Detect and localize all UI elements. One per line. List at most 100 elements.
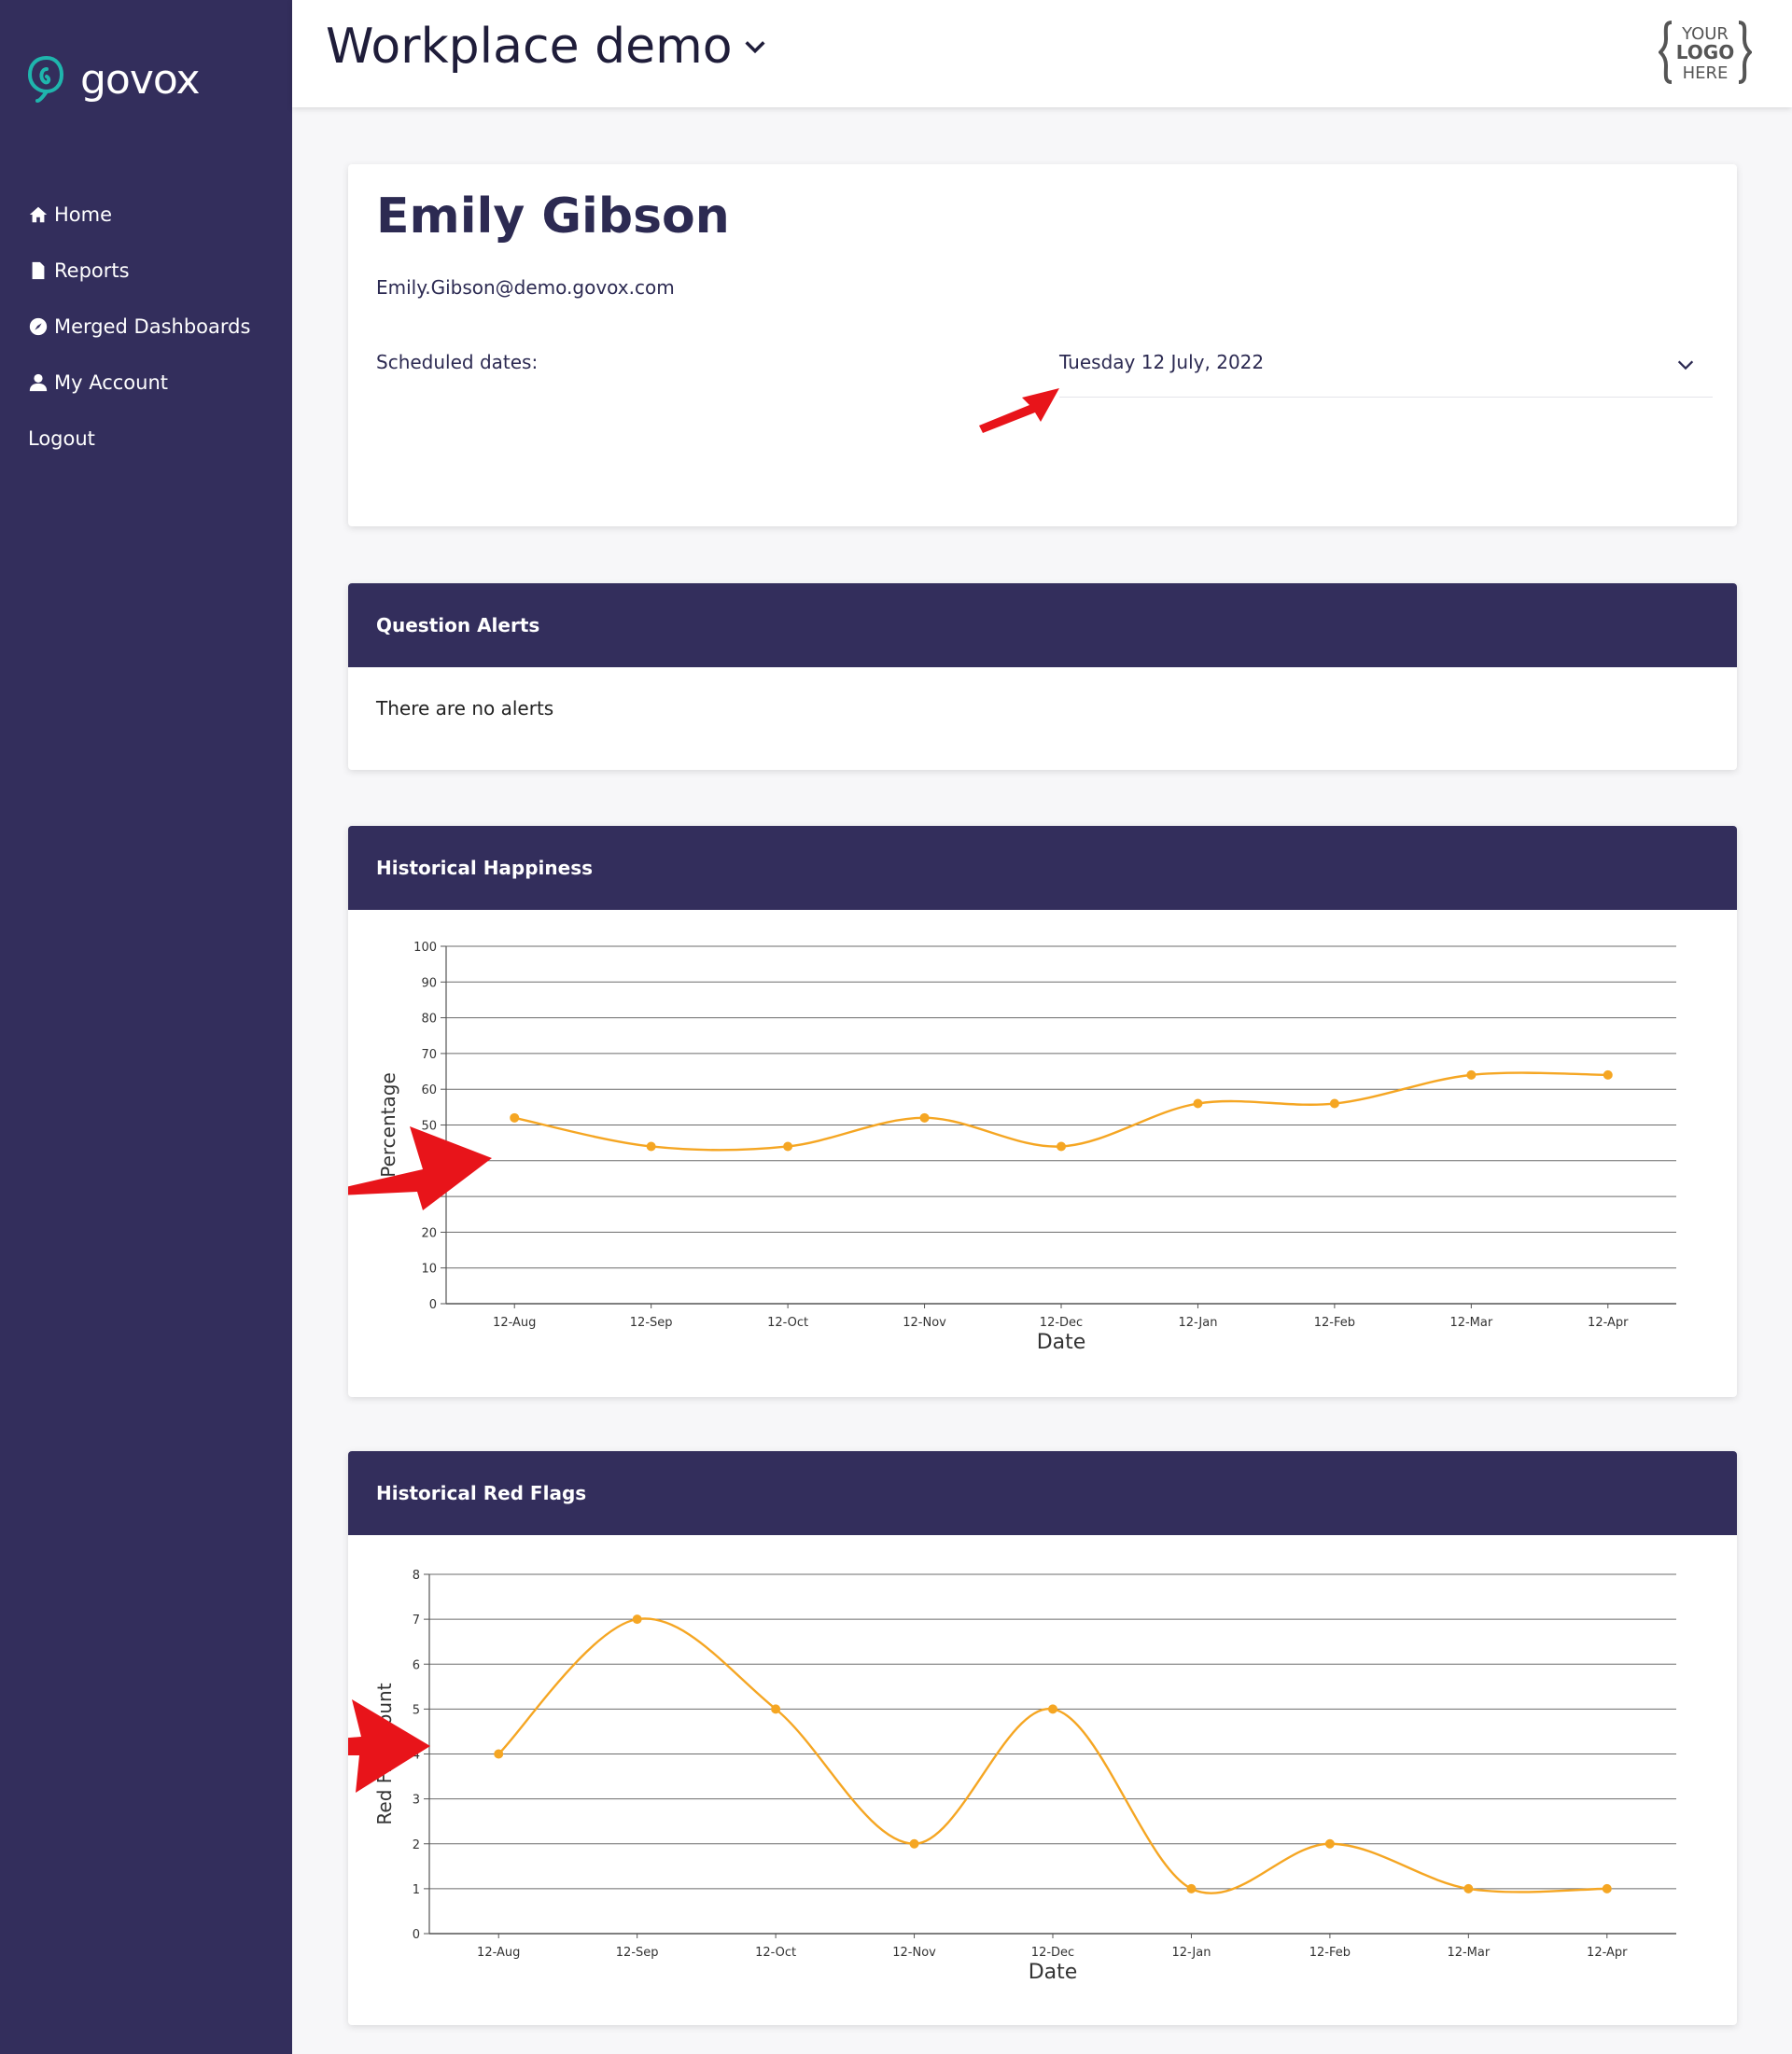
data-point (1048, 1704, 1057, 1714)
y-tick-label: 5 (413, 1703, 420, 1717)
y-tick-label: 100 (413, 941, 437, 955)
top-bar: Workplace demo YOUR LOGO HERE (292, 0, 1792, 107)
x-tick-label: 12-Aug (477, 1946, 520, 1960)
y-tick-label: 30 (421, 1191, 437, 1205)
x-tick-label: 12-Apr (1587, 1946, 1628, 1960)
x-tick-label: 12-Apr (1588, 1316, 1629, 1330)
y-tick-label: 40 (421, 1155, 437, 1169)
y-tick-label: 70 (421, 1048, 437, 1062)
series-line (513, 1071, 1608, 1152)
sidebar-item-label: Home (54, 203, 113, 226)
x-tick-label: 12-Aug (493, 1316, 536, 1330)
profile-email: Emily.Gibson@demo.govox.com (376, 276, 675, 299)
y-tick-label: 2 (413, 1838, 420, 1852)
happiness-chart: 0 10 20 30 40 50 60 70 80 90 100 12-Aug 12-Sep 12-Oct… (377, 941, 1676, 1354)
data-point (1324, 1838, 1335, 1849)
x-tick-label: 12-Nov (903, 1316, 946, 1330)
sidebar-item-label: Logout (28, 427, 95, 450)
historical-happiness-card: Historical Happiness 0 10 20 30 40 50 60 70 80 90… (348, 826, 1737, 1397)
data-point (771, 1704, 781, 1714)
sidebar-item-logout[interactable]: Logout (28, 411, 250, 467)
historical-red-flags-card: Historical Red Flags 0 1 2 3 4 5 6 7 8 12-Aug 12-S… (348, 1451, 1737, 2025)
question-alerts-card: Question Alerts There are no alerts (348, 583, 1737, 770)
data-point (1186, 1883, 1197, 1893)
x-tick-label: 12-Sep (616, 1946, 659, 1960)
y-tick-label: 7 (413, 1614, 420, 1628)
document-icon (32, 261, 45, 280)
profile-card: Emily Gibson Emily.Gibson@demo.govox.com… (348, 164, 1737, 526)
sidebar-item-reports[interactable]: Reports (28, 243, 250, 299)
y-tick-label: 6 (413, 1658, 420, 1672)
x-tick-label: 12-Dec (1040, 1316, 1083, 1330)
data-point (1603, 1069, 1613, 1080)
x-tick-label: 12-Feb (1309, 1946, 1351, 1960)
x-tick-label: 12-Jan (1178, 1316, 1217, 1330)
red-flags-chart: 0 1 2 3 4 5 6 7 8 12-Aug 12-Sep 12-Oct 12-Nov 12-Dec 1… (373, 1569, 1676, 1984)
data-point (919, 1112, 930, 1123)
scheduled-dates-select[interactable]: Tuesday 12 July, 2022 (1059, 332, 1713, 398)
data-point (1329, 1098, 1339, 1109)
scheduled-date-value: Tuesday 12 July, 2022 (1059, 351, 1265, 373)
y-tick-label: 3 (413, 1794, 420, 1808)
govox-logo-icon (27, 55, 64, 103)
workspace-selector[interactable]: Workplace demo (326, 19, 768, 75)
y-axis-title: Red Flag Count (373, 1683, 396, 1824)
alerts-empty-text: There are no alerts (376, 697, 554, 720)
y-tick-label: 10 (421, 1263, 437, 1277)
x-tick-label: 12-Mar (1447, 1946, 1490, 1960)
x-axis-title: Date (1029, 1961, 1078, 1984)
chevron-down-icon (745, 41, 765, 54)
brand-name: govox (80, 55, 200, 104)
x-tick-label: 12-Sep (630, 1316, 673, 1330)
sidebar-item-label: Merged Dashboards (54, 315, 251, 338)
compass-icon (29, 317, 48, 336)
x-tick-label: 12-Jan (1171, 1946, 1211, 1960)
sidebar-item-home[interactable]: Home (28, 187, 250, 243)
y-tick-label: 0 (413, 1928, 420, 1942)
x-tick-label: 12-Mar (1449, 1316, 1492, 1330)
sidebar-item-label: My Account (54, 371, 169, 394)
x-tick-label: 12-Feb (1314, 1316, 1355, 1330)
y-tick-label: 80 (421, 1013, 437, 1027)
question-alerts-title: Question Alerts (348, 583, 1737, 667)
user-icon (29, 373, 48, 392)
y-tick-label: 8 (413, 1569, 420, 1583)
home-icon (29, 206, 48, 223)
logo-line-3: HERE (1683, 63, 1729, 83)
data-point (1602, 1883, 1612, 1893)
x-tick-label: 12-Nov (892, 1946, 936, 1960)
x-tick-label: 12-Oct (755, 1946, 796, 1960)
your-logo-here-placeholder: YOUR LOGO HERE (1659, 21, 1752, 84)
y-tick-label: 90 (421, 976, 437, 990)
y-tick-label: 1 (413, 1883, 420, 1897)
data-point (1466, 1069, 1477, 1080)
brand-logo[interactable]: govox (26, 54, 200, 105)
historical-red-flags-title: Historical Red Flags (348, 1451, 1737, 1535)
data-point (632, 1614, 642, 1625)
data-point (1193, 1098, 1203, 1109)
sidebar-item-label: Reports (54, 259, 130, 282)
sidebar-item-my-account[interactable]: My Account (28, 355, 250, 411)
data-point (783, 1141, 793, 1152)
workspace-title: Workplace demo (326, 19, 733, 75)
data-point (646, 1141, 656, 1152)
data-point (1057, 1141, 1066, 1152)
data-point (510, 1112, 520, 1123)
profile-name: Emily Gibson (376, 189, 730, 245)
sidebar: govox Home Reports Merged Dashboards My … (0, 0, 292, 2054)
sidebar-nav: Home Reports Merged Dashboards My Accoun… (28, 187, 250, 467)
x-tick-label: 12-Oct (767, 1316, 808, 1330)
logo-line-2: LOGO (1676, 41, 1734, 63)
data-point (494, 1749, 504, 1759)
historical-happiness-title: Historical Happiness (348, 826, 1737, 910)
sidebar-item-merged-dashboards[interactable]: Merged Dashboards (28, 299, 250, 355)
y-tick-label: 4 (413, 1749, 420, 1763)
chevron-down-icon (1677, 360, 1694, 370)
y-axis-title: Percentage (377, 1072, 399, 1178)
y-tick-label: 20 (421, 1226, 437, 1240)
x-tick-label: 12-Dec (1031, 1946, 1074, 1960)
y-tick-label: 60 (421, 1083, 437, 1097)
scheduled-dates-label: Scheduled dates: (376, 351, 539, 373)
data-point (1463, 1883, 1474, 1893)
x-axis-title: Date (1037, 1331, 1086, 1354)
